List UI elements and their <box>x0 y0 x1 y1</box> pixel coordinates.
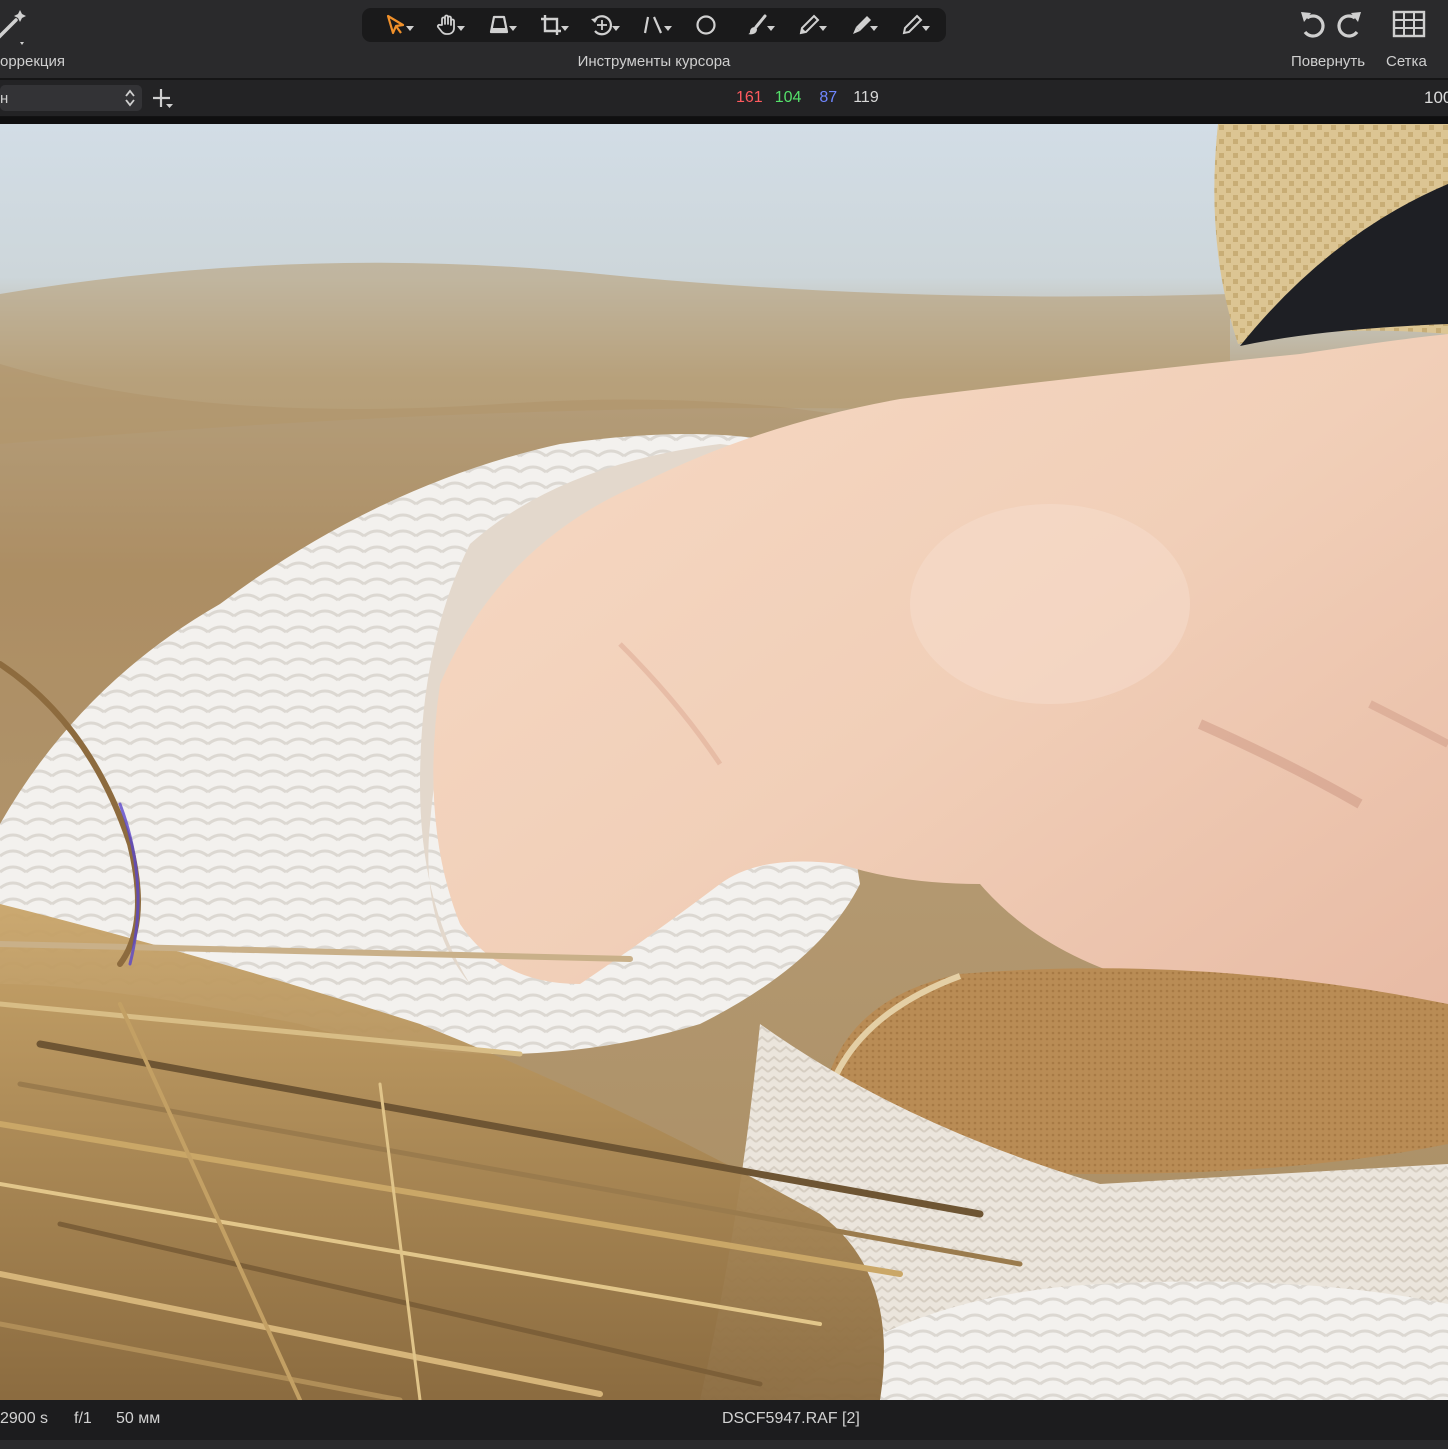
crop-icon <box>540 15 561 35</box>
straighten-icon <box>643 16 663 34</box>
cursor-tools-group <box>362 8 946 42</box>
bottom-strip <box>0 1440 1448 1449</box>
rotate-tool-icon <box>591 15 613 36</box>
shutter-speed: 2900 s <box>0 1410 49 1427</box>
crop-tool-button[interactable] <box>525 8 577 42</box>
readout-luminance: 119 <box>853 89 879 106</box>
magic-wand-icon <box>0 10 26 45</box>
circle-icon <box>696 15 716 35</box>
cursor-tools-label: Инструменты курсора <box>577 53 731 70</box>
readout-blue: 87 <box>819 89 838 106</box>
rotate-left-icon[interactable] <box>1298 8 1328 40</box>
select-tool-button[interactable] <box>370 8 422 42</box>
readout-green: 104 <box>774 89 802 106</box>
photo-image <box>0 124 1448 1400</box>
viewer-subbar: н 161 104 87 119 100% <box>0 80 1448 117</box>
pen-icon <box>799 14 820 35</box>
grid-label: Сетка <box>1386 53 1427 70</box>
correction-tool[interactable]: оррекция <box>0 0 120 78</box>
eraser-tool-button[interactable] <box>835 8 887 42</box>
focal-length: 50 мм <box>116 1410 161 1427</box>
chevron-updown-icon <box>125 89 135 107</box>
file-name: DSCF5947.RAF [2] <box>722 1410 860 1427</box>
brush-tool-button[interactable] <box>731 8 783 42</box>
select-arrow-icon <box>386 14 404 35</box>
pan-tool-button[interactable] <box>422 8 474 42</box>
viewer-divider <box>0 117 1448 124</box>
preset-selector[interactable]: н <box>0 85 142 111</box>
brush-icon <box>748 14 767 35</box>
grid-icon[interactable] <box>1392 10 1426 38</box>
preset-selector-value: н <box>0 90 9 107</box>
rotate-right-icon[interactable] <box>1334 8 1364 40</box>
add-point-icon[interactable] <box>152 88 174 110</box>
pencil-icon <box>902 14 923 35</box>
eraser-brush-icon <box>852 16 871 34</box>
zoom-level[interactable]: 100% <box>1424 88 1448 108</box>
pencil-tool-button[interactable] <box>886 8 938 42</box>
keystone-icon <box>489 15 509 34</box>
hand-pan-icon <box>437 14 456 35</box>
rotate-label: Повернуть <box>1291 53 1366 70</box>
photo-viewer[interactable] <box>0 124 1448 1400</box>
color-readout: 161 104 87 119 <box>736 89 879 107</box>
readout-red: 161 <box>736 89 763 106</box>
top-toolbar: оррекция Инструменты курсора Повернуть С… <box>0 0 1448 80</box>
straighten-tool-button[interactable] <box>628 8 680 42</box>
rotate-tool-button[interactable] <box>577 8 629 42</box>
status-bar: 2900 s f/1 50 мм DSCF5947.RAF [2] <box>0 1400 1448 1440</box>
circle-tool-button[interactable] <box>680 8 732 42</box>
rotate-grid-group: Повернуть Сетка <box>1288 0 1448 78</box>
correction-label: оррекция <box>0 53 66 70</box>
keystone-tool-button[interactable] <box>473 8 525 42</box>
aperture: f/1 <box>74 1410 92 1427</box>
pen-tool-button[interactable] <box>783 8 835 42</box>
